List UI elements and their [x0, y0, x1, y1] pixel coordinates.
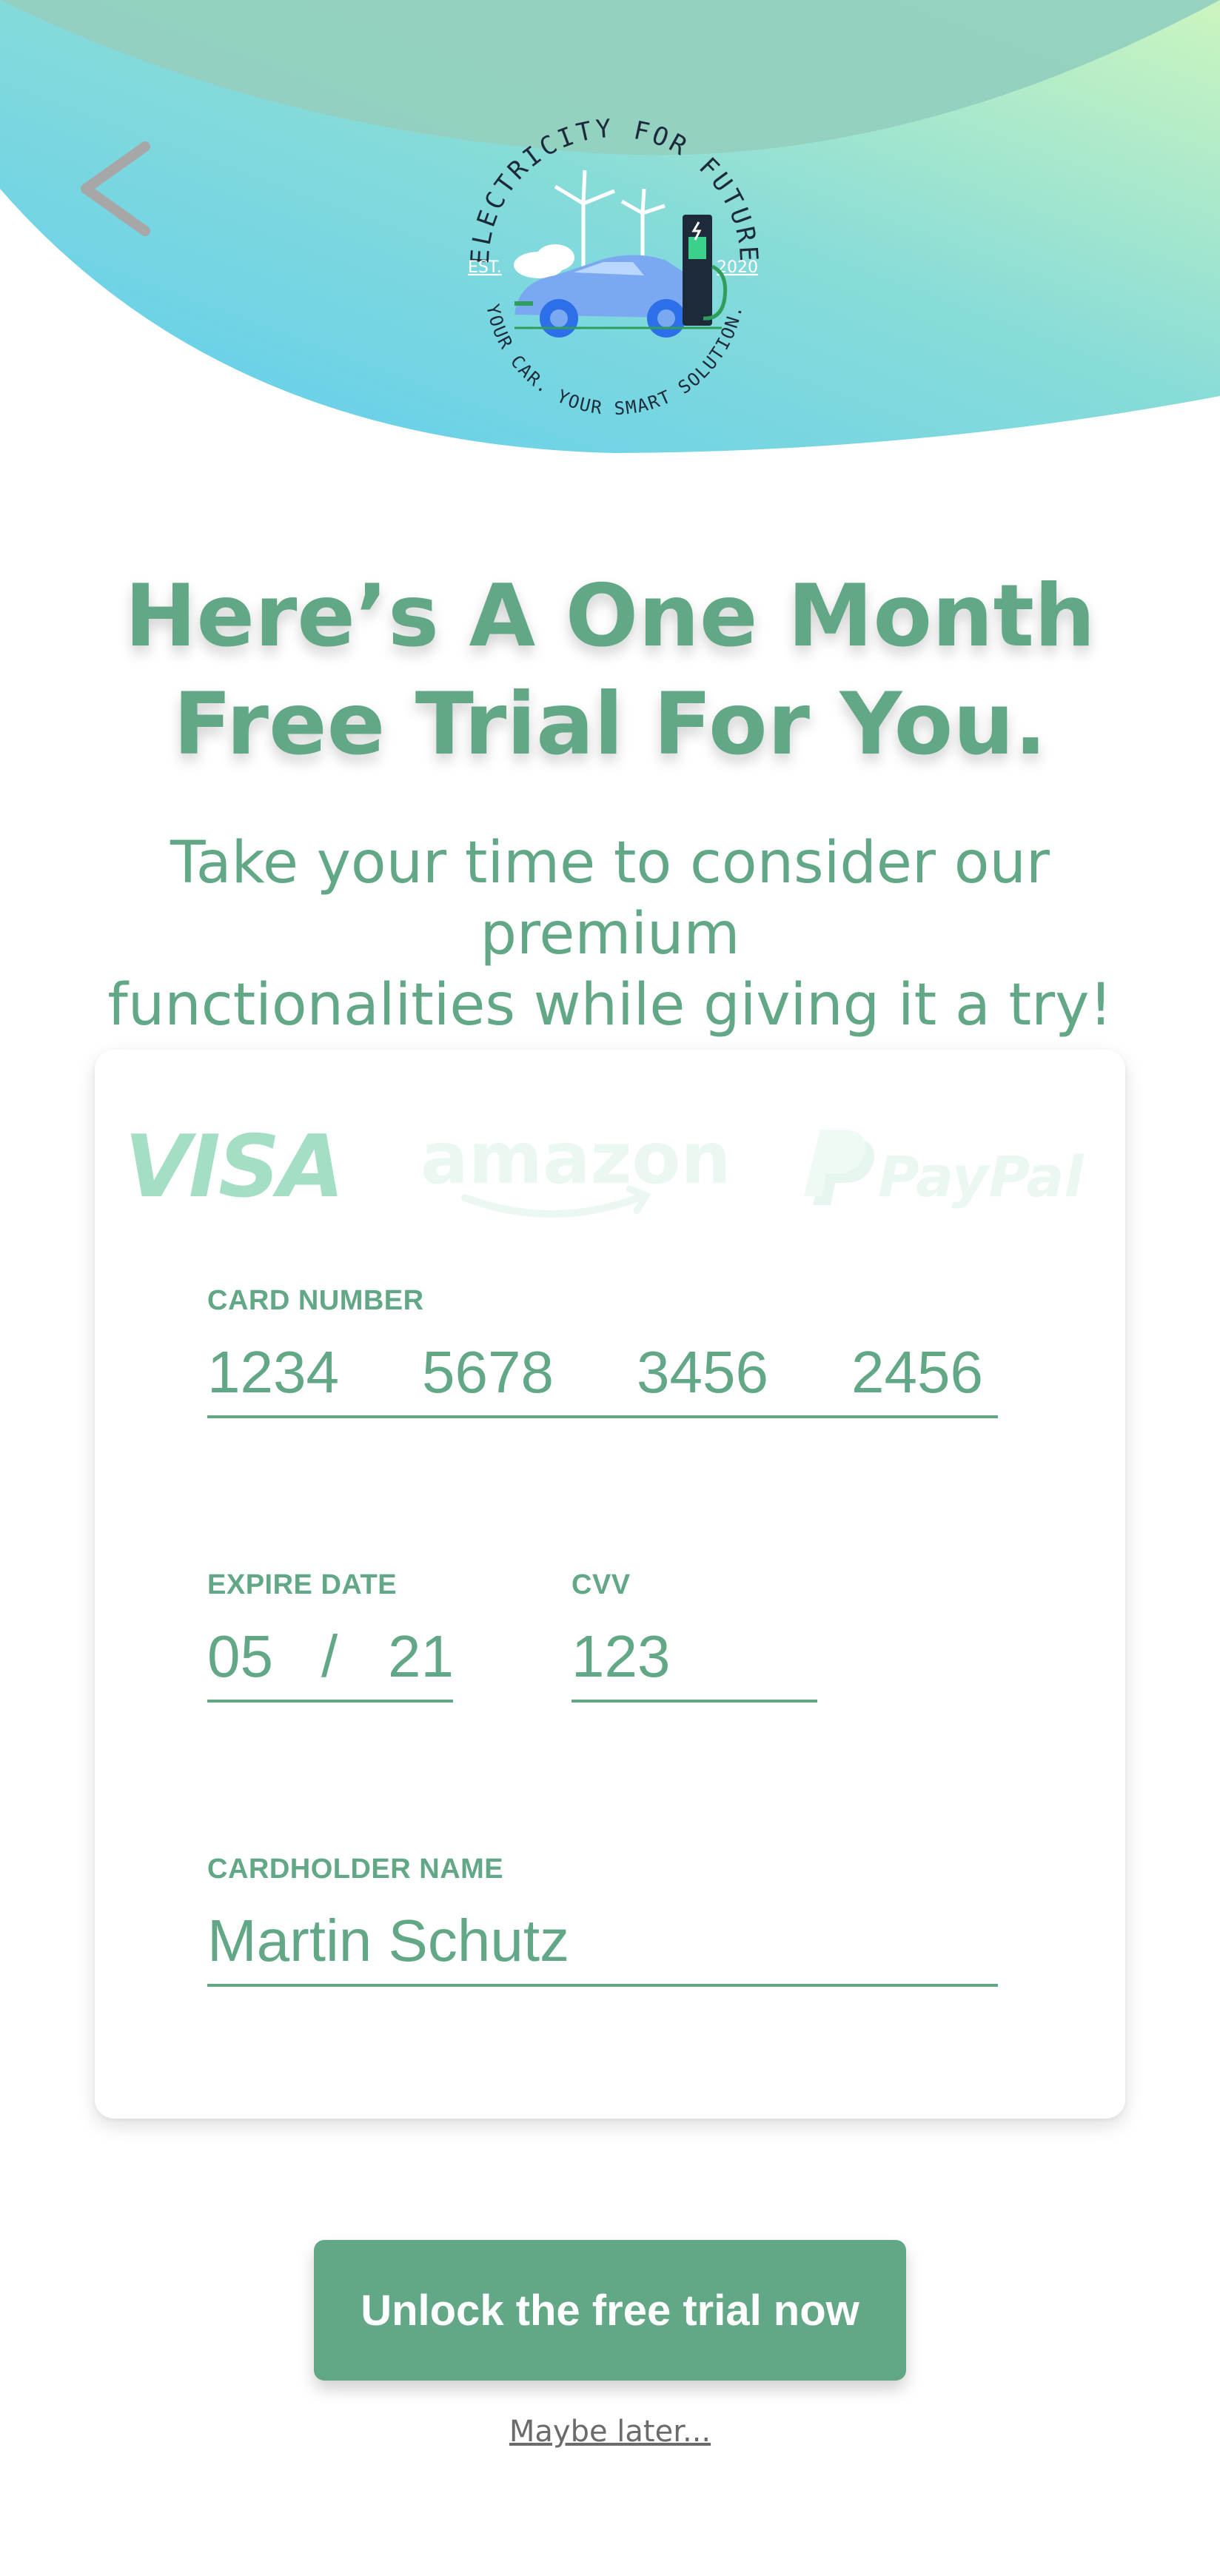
logo-top-text: ELECTRICITY FOR FUTURE [466, 114, 761, 265]
visa-logo-icon: VISA [124, 1117, 344, 1217]
card-number-group-1: 1234 [207, 1339, 339, 1405]
expire-separator: / [321, 1623, 338, 1689]
maybe-later-link[interactable]: Maybe later... [0, 2415, 1220, 2449]
amazon-label: amazon [420, 1117, 731, 1200]
brand-logo: ELECTRICITY FOR FUTURE YOUR CAR. YOUR SM… [444, 104, 785, 444]
amazon-option[interactable]: amazon [420, 1109, 746, 1227]
expire-month: 05 [207, 1623, 273, 1689]
svg-text:ELECTRICITY FOR FUTURE: ELECTRICITY FOR FUTURE [466, 114, 764, 265]
back-button[interactable] [71, 133, 167, 244]
page-title: Here’s A One Month Free Trial For You. [0, 563, 1220, 779]
card-number-group-4: 2456 [851, 1339, 983, 1405]
cardholder-name-label: CARDHOLDER NAME [207, 1854, 504, 1885]
paypal-label: PayPal [878, 1144, 1084, 1210]
expire-date-label: EXPIRE DATE [207, 1569, 398, 1600]
cvv-label: CVV [572, 1569, 631, 1600]
paypal-option[interactable]: PayPal [791, 1109, 1102, 1227]
card-number-field[interactable]: 1234 5678 3456 2456 [207, 1332, 998, 1418]
card-number-label: CARD NUMBER [207, 1285, 424, 1316]
subtitle-line-2: functionalities while giving it a try! [107, 972, 1113, 1039]
title-line-2: Free Trial For You. [172, 674, 1048, 774]
cardholder-name-field[interactable]: Martin Schutz [207, 1901, 998, 1987]
page-subtitle: Take your time to consider our premium f… [44, 828, 1176, 1041]
expire-date-field[interactable]: 05 / 21 [207, 1617, 454, 1703]
expire-year: 21 [388, 1623, 454, 1689]
payment-card: VISA amazon PayPal CARD NUMBER 1234 5678… [95, 1050, 1125, 2119]
card-number-group-3: 3456 [637, 1339, 768, 1405]
visa-option[interactable]: VISA [124, 1109, 376, 1227]
chevron-left-icon [81, 141, 150, 236]
card-number-group-2: 5678 [422, 1339, 554, 1405]
charging-station-icon [683, 215, 728, 326]
cvv-value: 123 [572, 1623, 671, 1689]
ev-charging-car-logo: ELECTRICITY FOR FUTURE YOUR CAR. YOUR SM… [466, 114, 764, 420]
paypal-logo-icon: PayPal [804, 1130, 1084, 1210]
unlock-trial-button[interactable]: Unlock the free trial now [314, 2240, 906, 2381]
title-line-1: Here’s A One Month [124, 566, 1096, 666]
subtitle-line-1: Take your time to consider our premium [170, 830, 1050, 967]
cardholder-name-value: Martin Schutz [207, 1908, 570, 1973]
logo-est-label: EST. [468, 258, 502, 277]
visa-label: VISA [124, 1117, 342, 1217]
cvv-field[interactable]: 123 [572, 1617, 817, 1703]
amazon-logo-icon: amazon [420, 1117, 731, 1218]
